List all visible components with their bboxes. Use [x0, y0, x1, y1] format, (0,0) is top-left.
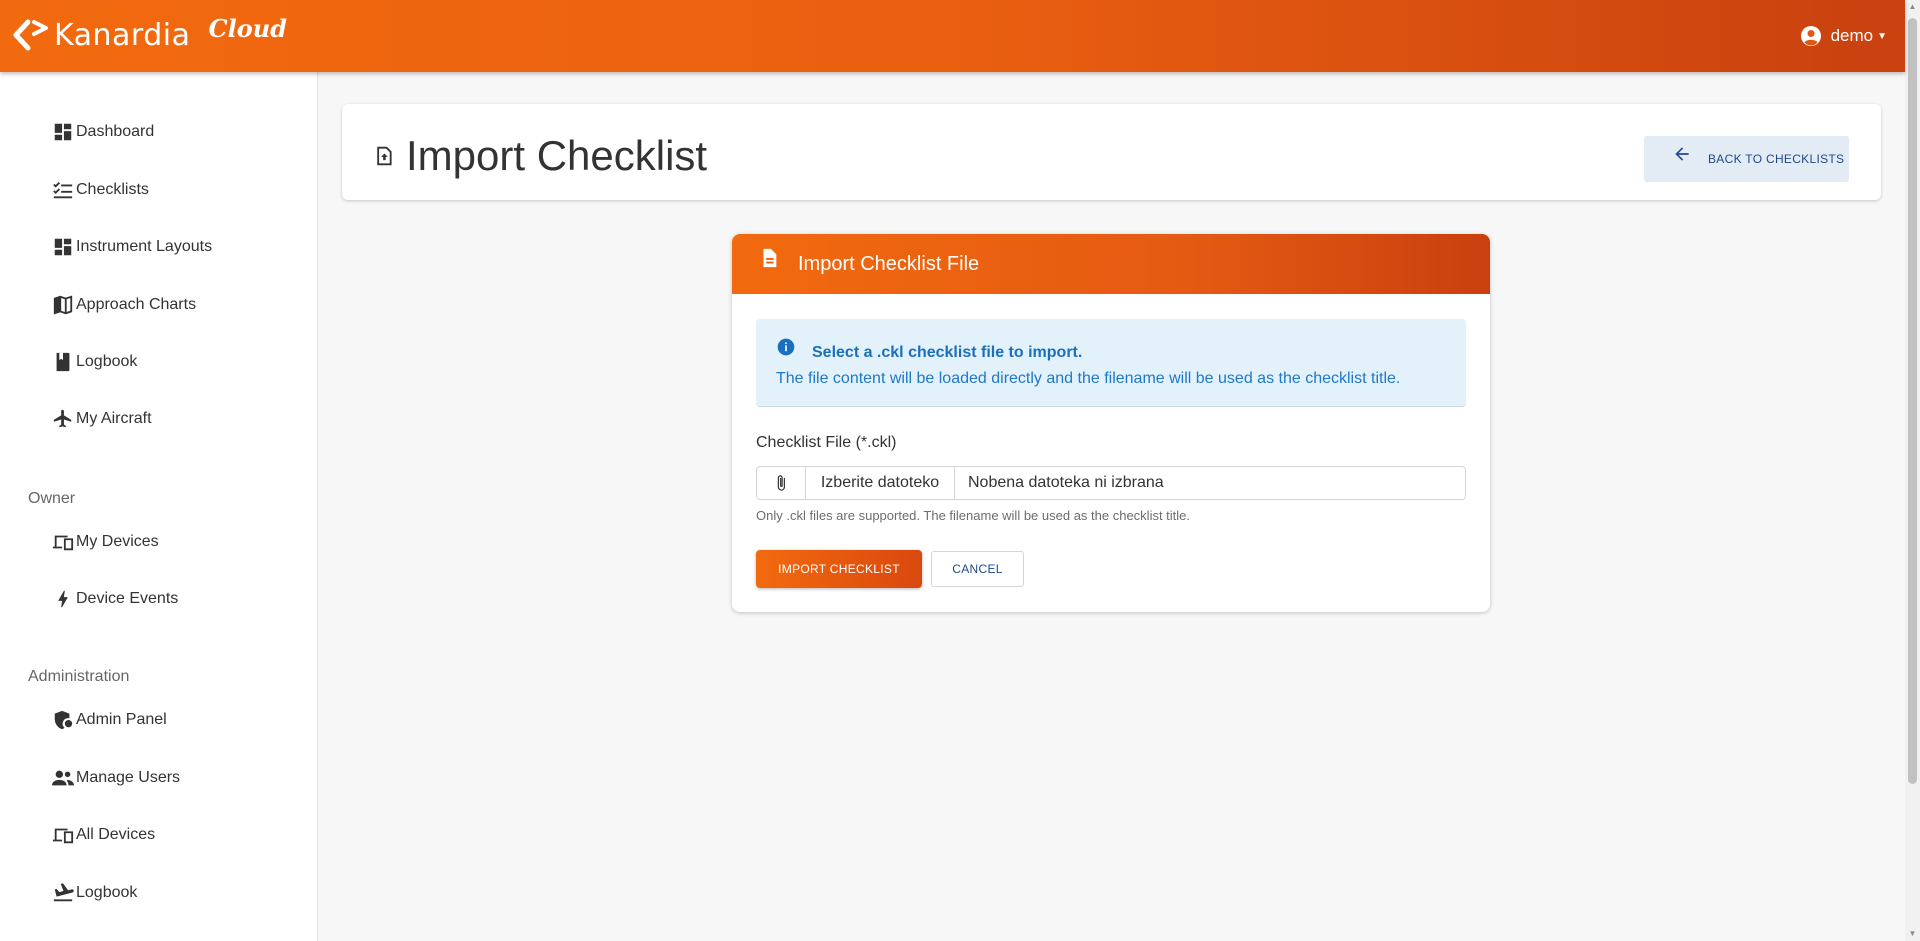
file-clip-addon: [757, 467, 806, 499]
sidebar-item-my-devices[interactable]: My Devices: [52, 531, 159, 553]
checklist-icon: [53, 182, 73, 199]
sidebar-item-label: Device Events: [76, 590, 179, 607]
top-navbar: Kanardia Cloud demo ▼: [0, 0, 1905, 72]
sidebar-section-owner: Owner: [28, 490, 76, 507]
page-title-text: Import Checklist: [406, 132, 708, 179]
scroll-down-icon[interactable]: ▼: [1908, 929, 1917, 939]
sidebar-item-label: Logbook: [76, 884, 138, 901]
flight-land-icon: [53, 883, 74, 902]
grid-layout-icon: [54, 238, 72, 256]
chevron-down-icon: ▼: [1877, 30, 1887, 42]
file-field-label: Checklist File (*.ckl): [756, 434, 897, 451]
cancel-button[interactable]: CANCEL: [931, 551, 1024, 587]
sidebar-item-admin-panel[interactable]: Admin Panel: [52, 709, 167, 731]
card-header: Import Checklist File: [732, 234, 1490, 294]
sidebar-item-approach-charts[interactable]: Approach Charts: [52, 294, 196, 316]
back-to-checklists-button[interactable]: BACK TO CHECKLISTS: [1644, 136, 1849, 182]
sidebar-item-dashboard[interactable]: Dashboard: [52, 121, 154, 143]
sidebar-item-my-aircraft[interactable]: My Aircraft: [52, 408, 152, 430]
kanardia-arrow-logo: [13, 19, 48, 51]
sidebar-item-label: Instrument Layouts: [76, 238, 213, 255]
brand-suffix: Cloud: [208, 13, 287, 43]
brand-logo[interactable]: Kanardia Cloud: [12, 13, 287, 54]
arrow-left-icon: [1675, 147, 1689, 161]
sidebar-item-label: Logbook: [76, 353, 138, 370]
map-icon: [53, 295, 73, 315]
sidebar-item-checklists[interactable]: Checklists: [52, 179, 149, 201]
info-alert: Select a .ckl checklist file to import. …: [756, 319, 1466, 407]
import-checklist-card: Import Checklist File Select a .ckl chec…: [732, 234, 1490, 612]
page-header: Import Checklist BACK TO CHECKLISTS: [342, 104, 1881, 200]
sidebar-item-label: Checklists: [76, 181, 149, 198]
book-icon: [56, 352, 70, 372]
bolt-icon: [58, 590, 68, 608]
sidebar-item-device-events[interactable]: Device Events: [52, 588, 178, 610]
sidebar-item-label: All Devices: [76, 826, 156, 843]
file-upload-icon: [377, 146, 392, 166]
sidebar-item-label: Manage Users: [76, 769, 181, 786]
sidebar-item-label: Approach Charts: [76, 296, 197, 313]
sidebar-item-label: Dashboard: [76, 123, 155, 140]
info-text: The file content will be loaded directly…: [776, 370, 1401, 387]
airplane-icon: [53, 409, 72, 428]
scrollbar-thumb[interactable]: [1908, 18, 1917, 784]
sidebar-section-administration: Administration: [28, 668, 130, 685]
info-icon: [777, 338, 795, 356]
user-menu[interactable]: demo ▼: [1799, 24, 1887, 48]
document-icon: [763, 248, 777, 268]
sidebar-item-instrument-layouts[interactable]: Instrument Layouts: [52, 236, 212, 258]
admin-shield-icon: [54, 710, 73, 730]
sidebar-item-manage-users[interactable]: Manage Users: [52, 767, 180, 789]
checklist-file-input[interactable]: Izberite datoteko Nobena datoteka ni izb…: [756, 466, 1466, 500]
file-name-status: Nobena datoteka ni izbrana: [968, 474, 1164, 491]
brand-name: Kanardia: [54, 17, 191, 53]
sidebar-item-label: Admin Panel: [76, 711, 167, 728]
dashboard-icon: [54, 123, 72, 141]
sidebar-item-label: My Aircraft: [76, 410, 152, 427]
page-title: Import Checklist: [374, 132, 707, 180]
account-circle-icon: [1800, 26, 1821, 46]
card-title: Import Checklist File: [798, 252, 980, 275]
users-icon: [52, 770, 74, 786]
import-checklist-button[interactable]: IMPORT CHECKLIST: [756, 550, 922, 588]
file-help-text: Only .ckl files are supported. The filen…: [756, 508, 1191, 523]
user-name: demo: [1830, 26, 1874, 45]
paperclip-icon: [777, 475, 785, 491]
sidebar-item-label: My Devices: [76, 533, 159, 550]
devices-icon: [52, 828, 74, 844]
sidebar-item-logbook[interactable]: Logbook: [52, 351, 137, 373]
sidebar-item-logbook-admin[interactable]: Logbook: [52, 882, 137, 904]
back-button-label: BACK TO CHECKLISTS: [1708, 152, 1845, 166]
devices-icon: [52, 535, 74, 551]
scroll-up-icon[interactable]: ▲: [1908, 2, 1917, 12]
choose-file-button[interactable]: Izberite datoteko: [806, 467, 955, 499]
sidebar: Dashboard Checklists Instrument Layouts …: [0, 72, 318, 941]
info-title: Select a .ckl checklist file to import.: [812, 344, 1083, 361]
page-scrollbar[interactable]: ▲ ▼: [1905, 0, 1920, 941]
sidebar-item-all-devices[interactable]: All Devices: [52, 824, 155, 846]
